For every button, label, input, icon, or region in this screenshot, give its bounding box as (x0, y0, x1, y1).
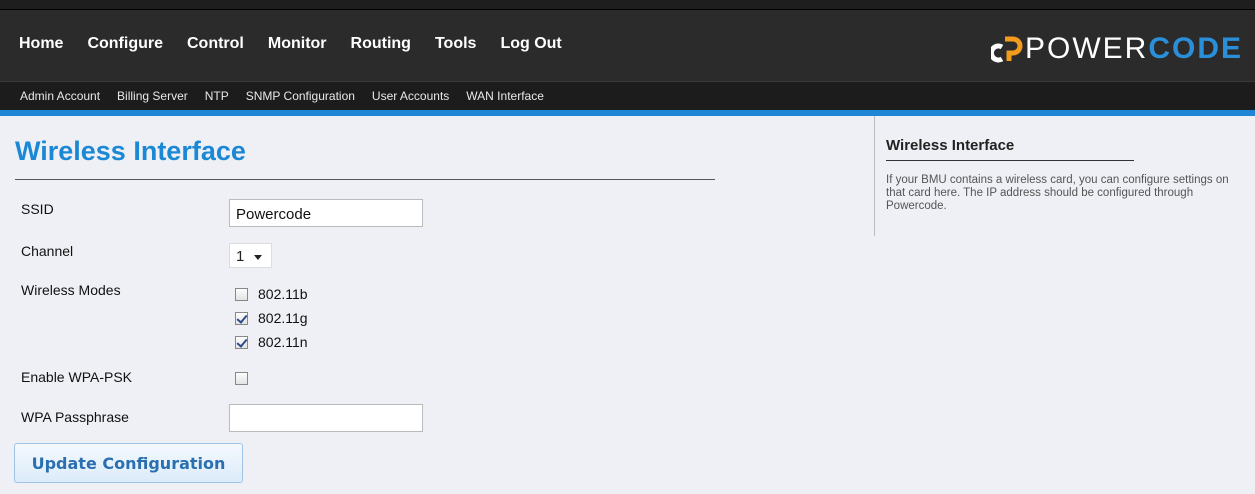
channel-label: Channel (21, 243, 74, 259)
enable-wpa-checkbox[interactable] (235, 372, 248, 385)
ssid-label: SSID (21, 201, 54, 217)
passphrase-input[interactable] (229, 404, 423, 432)
logo-text-code: CODE (1148, 32, 1243, 65)
mode-802-11b-checkbox[interactable] (235, 287, 248, 301)
page-title: Wireless Interface (15, 136, 246, 166)
nav-tools[interactable]: Tools (435, 35, 476, 53)
help-text: If your BMU contains a wireless card, yo… (886, 174, 1229, 212)
help-title: Wireless Interface (886, 137, 1015, 154)
subnav-billing-server[interactable]: Billing Server (117, 89, 188, 103)
powercode-logo-icon (990, 36, 1023, 63)
ssid-input[interactable]: Powercode (229, 199, 423, 227)
channel-select[interactable]: 1 (229, 243, 272, 268)
nav-home[interactable]: Home (19, 35, 63, 53)
subnav-user-accounts[interactable]: User Accounts (372, 89, 449, 103)
subnav-ntp[interactable]: NTP (205, 89, 229, 103)
enable-wpa-row[interactable] (235, 372, 248, 385)
mode-802-11g-row[interactable]: 802.11g (235, 310, 308, 326)
channel-value: 1 (236, 248, 245, 265)
nav-monitor[interactable]: Monitor (268, 35, 327, 53)
nav-control[interactable]: Control (187, 35, 244, 53)
mode-802-11n-row[interactable]: 802.11n (235, 334, 308, 350)
mode-802-11g-checkbox[interactable] (235, 311, 248, 325)
subnav-wan-interface[interactable]: WAN Interface (466, 89, 544, 103)
mode-802-11b-label: 802.11b (258, 286, 308, 302)
sub-nav: Admin Account Billing Server NTP SNMP Co… (0, 81, 1255, 110)
mode-802-11b-row[interactable]: 802.11b (235, 286, 308, 302)
subnav-admin-account[interactable]: Admin Account (20, 89, 100, 103)
enable-wpa-label: Enable WPA-PSK (21, 369, 133, 385)
logo-text-power: POWER (1024, 32, 1149, 65)
mode-802-11n-checkbox[interactable] (235, 335, 248, 349)
mode-802-11g-label: 802.11g (258, 310, 308, 326)
accent-bar (0, 110, 1255, 116)
update-configuration-button[interactable]: Update Configuration (14, 443, 243, 483)
nav-logout[interactable]: Log Out (500, 35, 561, 53)
powercode-logo[interactable]: POWER CODE (990, 32, 1243, 66)
main-nav: Home Configure Control Monitor Routing T… (0, 9, 1255, 81)
title-divider (15, 179, 715, 180)
passphrase-label: WPA Passphrase (21, 409, 129, 425)
help-divider (886, 160, 1134, 161)
mode-802-11n-label: 802.11n (258, 334, 308, 350)
nav-routing[interactable]: Routing (351, 35, 411, 53)
chevron-down-icon (254, 255, 262, 260)
wireless-modes-label: Wireless Modes (21, 282, 121, 298)
sidebar-divider (874, 116, 875, 236)
subnav-snmp-configuration[interactable]: SNMP Configuration (246, 89, 355, 103)
nav-configure[interactable]: Configure (87, 35, 163, 53)
